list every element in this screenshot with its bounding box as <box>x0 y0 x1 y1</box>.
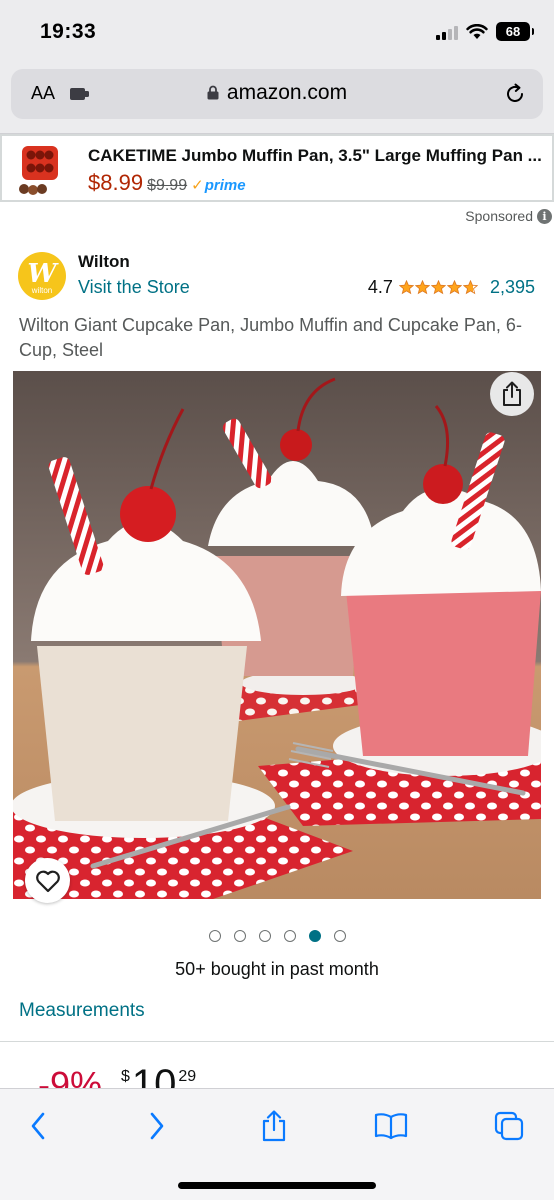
share-icon <box>503 381 521 406</box>
chevron-left-icon <box>31 1112 45 1140</box>
ad-product-thumbnail <box>19 146 58 195</box>
sponsored-text: Sponsored <box>465 208 533 224</box>
ad-old-price: $9.99 <box>147 177 188 194</box>
share-page-button[interactable] <box>254 1109 294 1143</box>
star-icon <box>414 280 430 295</box>
cellular-signal-icon <box>436 24 458 40</box>
battery-level: 68 <box>505 24 521 39</box>
prime-label: prime <box>204 176 246 194</box>
section-divider <box>0 1041 554 1042</box>
rating-summary[interactable]: 4.7 2,395 <box>368 277 535 298</box>
brand-name: Wilton <box>78 252 130 271</box>
price-row: -9% $ 10 29 <box>38 1064 338 1090</box>
bookmarks-button[interactable] <box>371 1109 411 1143</box>
reload-icon[interactable] <box>503 82 527 106</box>
price-whole: 10 <box>131 1064 177 1090</box>
battery-icon: 68 <box>496 22 534 41</box>
tabs-icon <box>494 1111 524 1141</box>
wilton-logo-icon: W wilton <box>27 259 59 295</box>
product-image[interactable] <box>13 371 541 899</box>
browser-address-area: AA amazon.com <box>0 62 554 134</box>
wishlist-button[interactable] <box>25 858 70 903</box>
carousel-dot[interactable] <box>333 930 346 942</box>
image-carousel-dots[interactable] <box>0 930 554 942</box>
prime-check-icon: ✓ <box>191 177 204 194</box>
product-price: $ 10 29 <box>121 1064 196 1090</box>
product-title: Wilton Giant Cupcake Pan, Jumbo Muffin a… <box>19 315 522 360</box>
bought-in-past-month: 50+ bought in past month <box>175 959 379 979</box>
star-icon <box>462 280 478 295</box>
back-button[interactable] <box>18 1109 58 1143</box>
carousel-dot[interactable] <box>258 930 271 942</box>
share-button[interactable] <box>490 372 534 416</box>
info-icon[interactable]: i <box>537 208 552 224</box>
address-bar[interactable]: AA amazon.com <box>11 69 543 119</box>
svg-text:W: W <box>27 259 59 289</box>
url-text: amazon.com <box>226 81 348 104</box>
carousel-dot[interactable] <box>308 930 321 942</box>
product-photo <box>13 371 541 899</box>
svg-text:wilton: wilton <box>31 286 52 295</box>
tabs-button[interactable] <box>489 1109 529 1143</box>
measurements-link[interactable]: Measurements <box>19 1000 145 1022</box>
sponsored-ad-banner[interactable]: CAKETIME Jumbo Muffin Pan, 3.5" Large Mu… <box>0 134 554 202</box>
star-rating-icon <box>398 280 478 295</box>
chevron-right-icon <box>150 1112 164 1140</box>
ad-title: CAKETIME Jumbo Muffin Pan, 3.5" Large Mu… <box>88 146 542 165</box>
carousel-dot[interactable] <box>233 930 246 942</box>
share-icon <box>262 1110 286 1142</box>
price-currency: $ <box>121 1068 130 1085</box>
brand-logo[interactable]: W wilton <box>18 252 66 300</box>
ad-price-row: $8.99 $9.99 ✓ prime <box>88 170 246 196</box>
status-time: 19:33 <box>40 20 97 43</box>
book-icon <box>374 1113 408 1140</box>
status-bar: 19:33 68 <box>0 0 554 62</box>
star-icon <box>446 280 462 295</box>
star-icon <box>398 280 414 295</box>
rating-value: 4.7 <box>367 277 393 297</box>
discount-percent: -9% <box>38 1064 103 1090</box>
prime-badge: ✓ prime <box>191 176 246 195</box>
home-indicator[interactable] <box>178 1182 376 1189</box>
forward-button[interactable] <box>137 1109 177 1143</box>
ad-price: $8.99 <box>88 170 144 195</box>
star-icon <box>430 280 446 295</box>
carousel-dot[interactable] <box>283 930 296 942</box>
visit-store-link[interactable]: Visit the Store <box>78 277 190 298</box>
carousel-dot[interactable] <box>208 930 221 942</box>
sponsored-label[interactable]: Sponsored i <box>465 208 552 224</box>
price-fraction: 29 <box>178 1068 197 1085</box>
status-icons: 68 <box>436 22 534 41</box>
url-display[interactable]: amazon.com <box>11 81 543 105</box>
heart-icon <box>35 870 60 892</box>
review-count-link[interactable]: 2,395 <box>490 277 535 298</box>
wifi-icon <box>466 23 488 39</box>
lock-icon <box>207 85 219 100</box>
